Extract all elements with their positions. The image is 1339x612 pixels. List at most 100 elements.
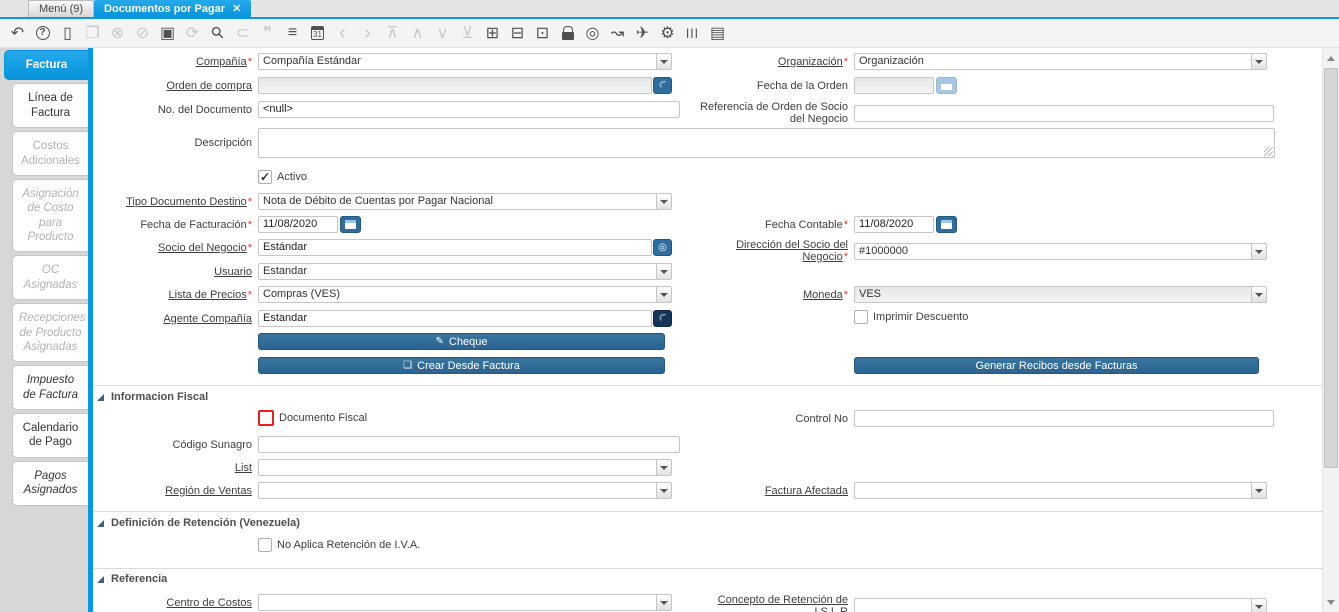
tab-menu[interactable]: Menú (9) xyxy=(28,0,95,17)
field-label-compania[interactable]: Compañía* xyxy=(93,56,252,68)
field-label-socio-negocio[interactable]: Socio del Negocio* xyxy=(93,242,252,254)
compania-value[interactable]: Compañía Estándar xyxy=(258,53,656,70)
agente-compania-field[interactable]: Estandar xyxy=(258,310,652,327)
sidebar-tab-pagos-asignados[interactable]: Pagos Asignados xyxy=(12,460,88,506)
dropdown-arrow-icon[interactable] xyxy=(1251,482,1267,499)
dropdown-arrow-icon[interactable] xyxy=(1251,53,1267,70)
find-icon[interactable]: ⚲ xyxy=(205,19,230,47)
dropdown-arrow-icon[interactable] xyxy=(656,459,672,476)
dropdown-arrow-icon[interactable] xyxy=(1251,286,1267,303)
barcode-scan-icon[interactable]: ǀǀǀ xyxy=(680,19,705,47)
field-label-tipo-documento-destino[interactable]: Tipo Documento Destino* xyxy=(93,196,252,208)
no-aplica-retencion-checkbox[interactable] xyxy=(258,538,272,552)
no-documento-field[interactable]: <null> xyxy=(258,101,680,118)
help-icon[interactable]: ? xyxy=(30,19,55,47)
sidebar-tab-calendario-de-pago[interactable]: Calendario de Pago xyxy=(12,413,88,458)
grid-toggle-icon[interactable]: ≡ xyxy=(280,19,305,47)
region-ventas-value[interactable] xyxy=(258,482,656,499)
close-tab-icon[interactable]: ✕ xyxy=(232,2,241,15)
direccion-socio-value[interactable]: #1000000 xyxy=(854,242,1251,260)
zoom-across-icon[interactable]: ◎ xyxy=(580,19,605,47)
field-label-centro-costos[interactable]: Centro de Costos xyxy=(93,597,252,609)
vertical-scrollbar[interactable] xyxy=(1322,48,1339,612)
section-definicion-retencion[interactable]: Definición de Retención (Venezuela) xyxy=(97,516,300,530)
documento-fiscal-checkbox[interactable] xyxy=(258,410,274,426)
fecha-contable-field[interactable]: 11/08/2020 xyxy=(854,216,934,233)
dropdown-arrow-icon[interactable] xyxy=(656,286,672,303)
fecha-contable-calendar-button[interactable] xyxy=(936,216,957,233)
factura-afectada-combobox[interactable] xyxy=(854,482,1267,499)
dropdown-arrow-icon[interactable] xyxy=(656,263,672,280)
field-label-factura-afectada[interactable]: Factura Afectada xyxy=(700,485,848,497)
field-label-agente-compania[interactable]: Agente Compañía xyxy=(93,313,252,325)
field-label-list[interactable]: List xyxy=(93,462,252,474)
field-label-orden-compra[interactable]: Orden de compra xyxy=(93,80,252,92)
usuario-value[interactable]: Estandar xyxy=(258,263,656,280)
descripcion-textarea[interactable] xyxy=(258,128,1275,158)
collapse-icon[interactable] xyxy=(97,519,104,527)
compania-combobox[interactable]: Compañía Estándar xyxy=(258,53,672,70)
scroll-down-icon[interactable] xyxy=(1323,594,1339,610)
dropdown-arrow-icon[interactable] xyxy=(656,594,672,611)
referencia-orden-field[interactable] xyxy=(854,104,1274,122)
fecha-facturacion-calendar-button[interactable] xyxy=(340,216,361,233)
section-referencia[interactable]: Referencia xyxy=(97,572,167,586)
resize-handle-icon[interactable] xyxy=(1264,147,1273,156)
centro-costos-value[interactable] xyxy=(258,594,656,611)
field-label-lista-precios[interactable]: Lista de Precios* xyxy=(93,289,252,301)
sidebar-tab-impuesto-de-factura[interactable]: Impuesto de Factura xyxy=(12,365,88,410)
field-label-direccion-socio[interactable]: Dirección del Socio del Negocio* xyxy=(700,239,848,263)
dropdown-arrow-icon[interactable] xyxy=(656,193,672,210)
agent-lookup-button[interactable]: ☾ xyxy=(653,310,672,327)
organizacion-value[interactable]: Organización xyxy=(854,53,1251,70)
collapse-icon[interactable] xyxy=(97,575,104,583)
tipo-documento-destino-combobox[interactable]: Nota de Débito de Cuentas por Pagar Naci… xyxy=(258,193,672,210)
report-icon[interactable]: ⊞ xyxy=(480,19,505,47)
dropdown-arrow-icon[interactable] xyxy=(1251,242,1267,260)
imprimir-descuento-checkbox[interactable] xyxy=(854,310,868,324)
crear-desde-factura-button[interactable]: ❏ Crear Desde Factura xyxy=(258,357,665,374)
po-lookup-button[interactable]: ☾ xyxy=(653,77,672,94)
new-record-icon[interactable]: ▯ xyxy=(55,19,80,47)
field-label-region-ventas[interactable]: Región de Ventas xyxy=(93,485,252,497)
activo-checkbox[interactable]: ✓ xyxy=(258,170,272,184)
cheque-button[interactable]: ✎ Cheque xyxy=(258,333,665,350)
field-label-organizacion[interactable]: Organización* xyxy=(700,56,848,68)
list-combobox[interactable] xyxy=(258,459,672,476)
document-status-icon[interactable]: ▤ xyxy=(705,19,730,47)
generar-recibos-button[interactable]: Generar Recibos desde Facturas xyxy=(854,357,1259,374)
factura-afectada-value[interactable] xyxy=(854,482,1251,499)
sidebar-tab-linea-de-factura[interactable]: Línea de Factura xyxy=(12,83,88,129)
calendar-icon[interactable]: 31 xyxy=(305,19,330,47)
workflow-icon[interactable]: ↝ xyxy=(605,19,630,47)
socio-negocio-field[interactable]: Estándar xyxy=(258,239,652,256)
dropdown-arrow-icon[interactable] xyxy=(656,482,672,499)
field-label-concepto-retencion[interactable]: Concepto de Retención de I.S.L.R xyxy=(700,594,848,612)
process-icon[interactable]: ⚙ xyxy=(655,19,680,47)
tipo-documento-destino-value[interactable]: Nota de Débito de Cuentas por Pagar Naci… xyxy=(258,193,656,210)
dropdown-arrow-icon[interactable] xyxy=(656,53,672,70)
archive-icon[interactable]: ⊟ xyxy=(505,19,530,47)
field-label-moneda[interactable]: Moneda* xyxy=(700,289,848,301)
section-informacion-fiscal[interactable]: Informacion Fiscal xyxy=(97,390,208,404)
collapse-icon[interactable] xyxy=(97,393,104,401)
usuario-combobox[interactable]: Estandar xyxy=(258,263,672,280)
codigo-sunagro-field[interactable] xyxy=(258,436,680,453)
field-label-usuario[interactable]: Usuario xyxy=(93,266,252,278)
save-icon[interactable]: ▣ xyxy=(155,19,180,47)
dropdown-arrow-icon[interactable] xyxy=(1251,597,1267,612)
direccion-socio-combobox[interactable]: #1000000 xyxy=(854,242,1267,260)
concepto-retencion-value[interactable] xyxy=(854,597,1251,612)
concepto-retencion-combobox[interactable] xyxy=(854,597,1267,612)
region-ventas-combobox[interactable] xyxy=(258,482,672,499)
lock-icon[interactable] xyxy=(555,19,580,47)
bpartner-info-button[interactable]: ◎ xyxy=(653,239,672,256)
print-icon[interactable]: ⊡ xyxy=(530,19,555,47)
scroll-up-icon[interactable] xyxy=(1323,50,1339,66)
moneda-combobox[interactable]: VES xyxy=(854,286,1267,303)
lista-precios-combobox[interactable]: Compras (VES) xyxy=(258,286,672,303)
control-no-field[interactable] xyxy=(854,410,1274,427)
sidebar-tab-factura[interactable]: Factura xyxy=(4,50,88,81)
organizacion-combobox[interactable]: Organización xyxy=(854,53,1267,70)
tab-documentos-por-pagar[interactable]: Documentos por Pagar ✕ xyxy=(94,0,252,17)
